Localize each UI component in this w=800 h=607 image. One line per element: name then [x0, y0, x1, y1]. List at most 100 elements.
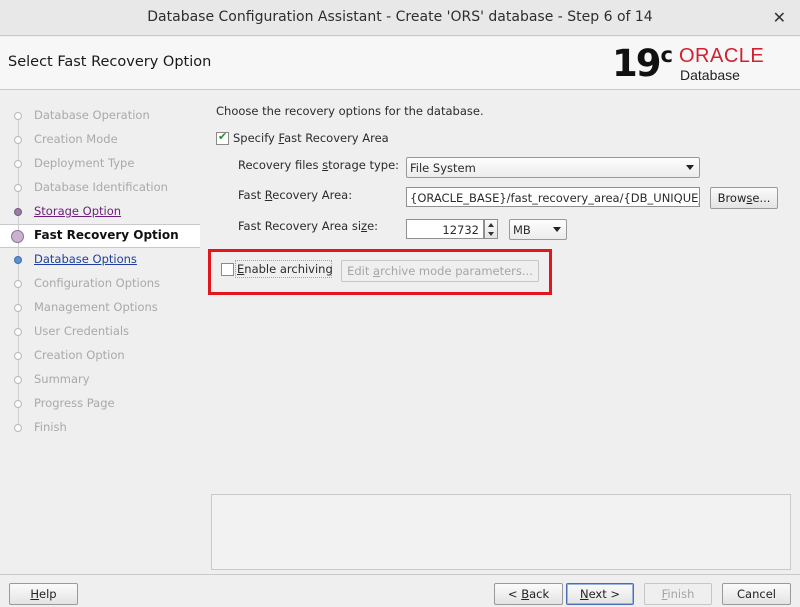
label-text: ext >: [588, 587, 621, 601]
fra-size-value: 12732: [442, 223, 479, 237]
steps-sidebar: Database Operation Creation Mode Deploymen…: [0, 91, 200, 573]
page-title: Select Fast Recovery Option: [8, 54, 212, 70]
step-indicator-icon: [14, 400, 22, 408]
step-indicator-icon: [14, 424, 22, 432]
label-text: Edit: [347, 264, 374, 278]
step-label: Database Options: [34, 252, 137, 266]
step-label: Database Operation: [34, 108, 150, 122]
logo-version-suffix: c: [660, 43, 673, 67]
label-text: Fast Recovery Area si: [238, 219, 362, 233]
label-text: ack: [529, 587, 550, 601]
step-indicator-icon: [14, 376, 22, 384]
step-label: Progress Page: [34, 396, 115, 410]
enable-archiving-checkbox[interactable]: [221, 263, 234, 276]
cancel-button[interactable]: Cancel: [722, 583, 791, 605]
title-bar: Database Configuration Assistant - Creat…: [0, 0, 800, 36]
step-label: Deployment Type: [34, 156, 135, 170]
specify-fra-label: Specify Fast Recovery Area: [233, 131, 389, 145]
sidebar-step: Creation Option: [0, 344, 200, 368]
label-text: Brow: [717, 191, 747, 205]
sidebar-step: Finish: [0, 416, 200, 440]
mnemonic: H: [30, 587, 40, 601]
label-text: inish: [667, 587, 695, 601]
chevron-down-icon: [553, 227, 561, 232]
oracle-19c-logo: 19c ORACLE Database: [612, 43, 797, 85]
sidebar-step: Database Identification: [0, 176, 200, 200]
storage-type-select[interactable]: File System: [406, 157, 700, 178]
sidebar-step[interactable]: Storage Option: [0, 200, 200, 224]
spinner-up-icon[interactable]: [488, 223, 494, 227]
browse-button[interactable]: Browse...: [710, 187, 778, 209]
fra-size-field[interactable]: 12732: [406, 219, 484, 239]
step-label: Management Options: [34, 300, 158, 314]
step-label: Fast Recovery Option: [34, 228, 179, 242]
label-text: e...: [752, 191, 771, 205]
sidebar-step: Summary: [0, 368, 200, 392]
step-indicator-icon: [14, 304, 22, 312]
mnemonic: N: [579, 587, 589, 601]
fra-size-unit-select[interactable]: MB: [509, 219, 567, 240]
step-label: Finish: [34, 420, 67, 434]
label-text: Cancel: [737, 587, 776, 601]
storage-type-label: Recovery files storage type:: [238, 158, 399, 172]
chevron-down-icon: [686, 165, 694, 170]
sidebar-step: Deployment Type: [0, 152, 200, 176]
step-label: Database Identification: [34, 180, 168, 194]
sidebar-step: Progress Page: [0, 392, 200, 416]
fra-location-value: {ORACLE_BASE}/fast_recovery_area/{DB_UNI…: [410, 191, 700, 205]
step-indicator-icon: [14, 136, 22, 144]
step-label: User Credentials: [34, 324, 130, 338]
back-button[interactable]: < Back: [494, 583, 563, 605]
label-text: nable archiving: [244, 262, 333, 276]
label-text: Specify: [233, 131, 279, 145]
label-text: elp: [39, 587, 57, 601]
mnemonic: B: [521, 587, 530, 601]
fra-size-label: Fast Recovery Area size:: [238, 219, 378, 233]
label-text: Recovery files: [238, 158, 323, 172]
window-title: Database Configuration Assistant - Creat…: [147, 9, 653, 25]
help-button[interactable]: Help: [9, 583, 78, 605]
next-button[interactable]: Next >: [566, 583, 634, 605]
label-text: e:: [367, 219, 379, 233]
label-text: ast Recovery Area: [284, 131, 389, 145]
fra-size-unit-value: MB: [513, 223, 531, 237]
spinner-down-icon[interactable]: [488, 232, 494, 236]
step-indicator-icon: [14, 256, 22, 264]
message-area: [211, 494, 791, 570]
label-text: torage type:: [328, 158, 400, 172]
sidebar-step: Database Operation: [0, 104, 200, 128]
intro-text: Choose the recovery options for the data…: [216, 104, 484, 118]
sidebar-step: Management Options: [0, 296, 200, 320]
step-label: Summary: [34, 372, 90, 386]
step-indicator-icon: [14, 328, 22, 336]
page-header: Select Fast Recovery Option 19c ORACLE D…: [0, 37, 800, 90]
sidebar-step: User Credentials: [0, 320, 200, 344]
label-text: <: [507, 587, 522, 601]
step-indicator-icon: [14, 160, 22, 168]
close-icon[interactable]: ✕: [773, 8, 786, 27]
step-indicator-icon: [14, 184, 22, 192]
step-label: Configuration Options: [34, 276, 161, 290]
sidebar-step[interactable]: Database Options: [0, 248, 200, 272]
sidebar-step: Creation Mode: [0, 128, 200, 152]
main-panel: Choose the recovery options for the data…: [205, 97, 795, 573]
logo-product: Database: [680, 67, 740, 83]
logo-version: 19c: [612, 43, 673, 90]
footer: Help < Back Next > Finish Cancel: [0, 574, 800, 607]
label-text: Fast: [238, 188, 265, 202]
label-text: rchive mode parameters...: [380, 264, 533, 278]
step-label: Creation Mode: [34, 132, 118, 146]
fra-location-field[interactable]: {ORACLE_BASE}/fast_recovery_area/{DB_UNI…: [406, 187, 700, 207]
specify-fra-checkbox[interactable]: [216, 130, 229, 145]
fra-size-spinner[interactable]: [484, 219, 498, 239]
logo-brand: ORACLE: [679, 45, 765, 67]
step-indicator-icon: [14, 352, 22, 360]
step-indicator-icon: [14, 208, 22, 216]
enable-archiving-label: Enable archiving: [237, 262, 333, 276]
sidebar-step: Fast Recovery Option: [0, 224, 200, 249]
label-text: ecovery Area:: [272, 188, 353, 202]
step-label: Creation Option: [34, 348, 125, 362]
edit-archive-mode-button[interactable]: Edit archive mode parameters...: [341, 260, 539, 282]
finish-button[interactable]: Finish: [644, 583, 712, 605]
fra-location-label: Fast Recovery Area:: [238, 188, 352, 202]
